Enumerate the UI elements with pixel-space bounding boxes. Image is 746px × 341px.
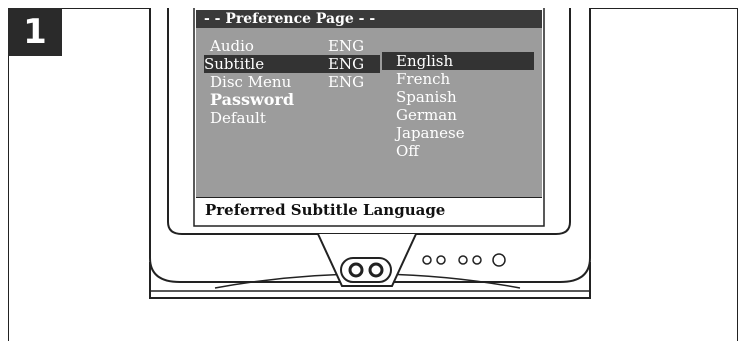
osd-status-text: Preferred Subtitle Language bbox=[196, 197, 542, 223]
menu-item-audio[interactable]: Audio ENG bbox=[210, 37, 380, 55]
osd-title: - - Preference Page - - bbox=[196, 10, 542, 28]
menu-item-label: Subtitle bbox=[204, 55, 265, 73]
option-off[interactable]: Off bbox=[382, 142, 534, 160]
menu-item-value: ENG bbox=[328, 73, 365, 91]
option-german[interactable]: German bbox=[382, 106, 534, 124]
option-english[interactable]: English bbox=[382, 52, 534, 70]
menu-item-label: Password bbox=[210, 90, 295, 109]
subtitle-options-list: English French Spanish German Japanese O… bbox=[382, 52, 534, 160]
menu-item-label: Disc Menu bbox=[210, 73, 292, 91]
osd-menu: Audio ENG Subtitle ENG Disc Menu ENG Pas… bbox=[204, 37, 380, 127]
menu-item-password[interactable]: Password bbox=[210, 91, 380, 109]
option-french[interactable]: French bbox=[382, 70, 534, 88]
menu-item-disc-menu[interactable]: Disc Menu ENG bbox=[210, 73, 380, 91]
osd-screen: - - Preference Page - - Audio ENG Subtit… bbox=[196, 10, 542, 223]
menu-item-default[interactable]: Default bbox=[210, 109, 380, 127]
menu-item-value: ENG bbox=[328, 55, 365, 73]
menu-item-value: ENG bbox=[328, 37, 365, 55]
menu-item-label: Audio bbox=[210, 37, 254, 55]
option-spanish[interactable]: Spanish bbox=[382, 88, 534, 106]
option-japanese[interactable]: Japanese bbox=[382, 124, 534, 142]
menu-item-label: Default bbox=[210, 109, 266, 127]
menu-item-subtitle[interactable]: Subtitle ENG bbox=[204, 55, 380, 73]
